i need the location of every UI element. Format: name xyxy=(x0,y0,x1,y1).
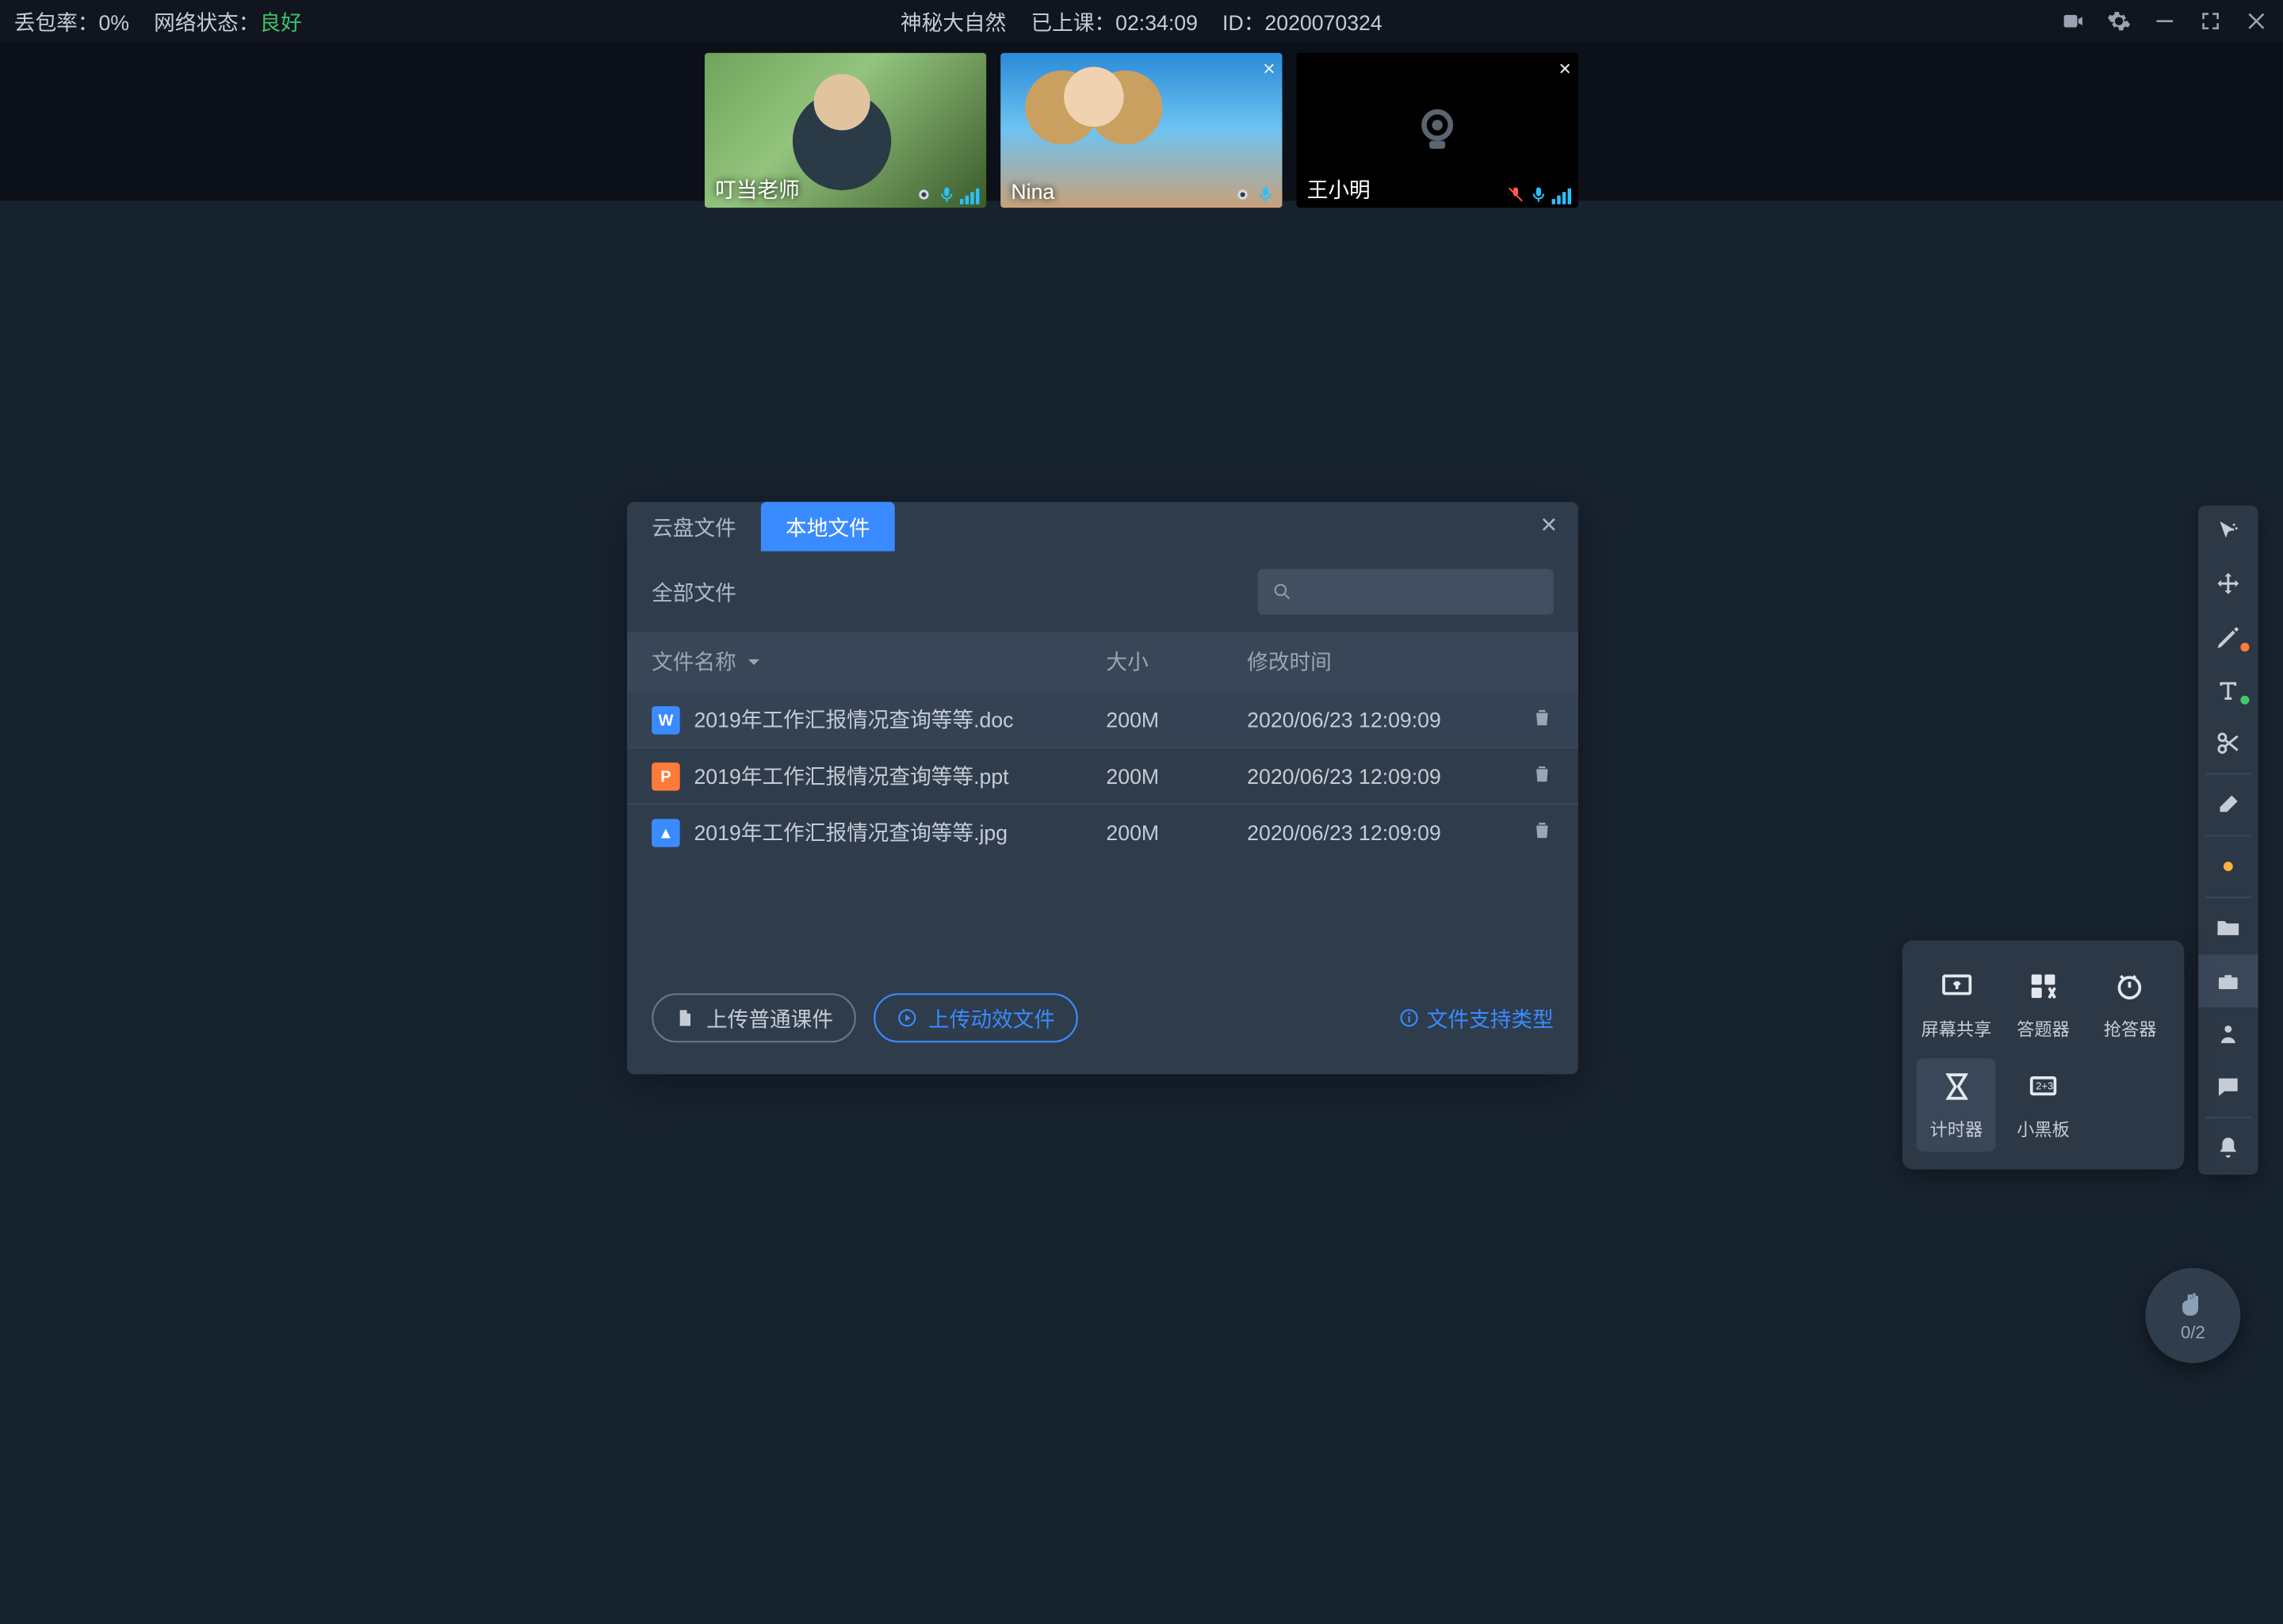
file-type-icon: P xyxy=(652,762,680,790)
modal-close-icon[interactable]: × xyxy=(1520,510,1578,542)
sort-desc-icon xyxy=(747,654,761,668)
file-size: 200M xyxy=(1106,820,1247,844)
elapsed-time: 已上课：02:34:09 xyxy=(1031,6,1197,36)
quiz-icon xyxy=(2025,969,2060,1003)
tool-quiz[interactable]: 答题器 xyxy=(2003,958,2083,1052)
col-name[interactable]: 文件名称 xyxy=(652,646,1106,676)
record-icon[interactable] xyxy=(2061,9,2086,33)
participant-name: 王小明 xyxy=(1296,171,1381,208)
room-id: ID：2020070324 xyxy=(1222,6,1382,36)
tile-close-icon[interactable]: × xyxy=(1263,56,1275,81)
file-name: 2019年工作汇报情况查询等等.ppt xyxy=(694,761,1008,791)
camera-icon xyxy=(914,185,933,204)
folder-tool-icon[interactable] xyxy=(2198,902,2258,955)
video-strip: 叮当老师 × Nina × 王小明 xyxy=(0,42,2283,201)
participant-tile[interactable]: 叮当老师 xyxy=(705,53,987,208)
file-row[interactable]: W 2019年工作汇报情况查询等等.doc 200M 2020/06/23 12… xyxy=(627,690,1578,747)
mic-icon xyxy=(1529,185,1548,204)
all-files-label: 全部文件 xyxy=(652,577,736,607)
buzzer-icon xyxy=(2113,969,2147,1003)
mic-muted-icon xyxy=(1506,185,1525,204)
fullscreen-icon[interactable] xyxy=(2198,9,2223,33)
eraser-tool-icon[interactable] xyxy=(2198,778,2258,831)
delete-icon[interactable] xyxy=(1531,705,1554,734)
tool-timer[interactable]: 计时器 xyxy=(1917,1058,1997,1152)
blackboard-icon: 2+3 xyxy=(2025,1069,2060,1104)
participant-name: 叮当老师 xyxy=(705,171,810,208)
minimize-icon[interactable] xyxy=(2152,9,2177,33)
tool-buzzer[interactable]: 抢答器 xyxy=(2090,958,2170,1052)
room-title: 神秘大自然 xyxy=(901,6,1006,36)
status-bar: 丢包率：0% 网络状态：良好 神秘大自然 已上课：02:34:09 ID：202… xyxy=(0,0,2283,42)
screen-share-icon xyxy=(1939,969,1974,1003)
svg-text:2+3: 2+3 xyxy=(2036,1080,2053,1092)
packet-loss: 丢包率：0% xyxy=(14,6,129,36)
play-circle-icon xyxy=(897,1007,918,1029)
tile-close-icon[interactable]: × xyxy=(1558,56,1571,81)
file-name: 2019年工作汇报情况查询等等.doc xyxy=(694,705,1013,735)
mic-icon xyxy=(937,185,956,204)
tab-local-files[interactable]: 本地文件 xyxy=(761,502,895,551)
tools-popup: 屏幕共享 答题器 抢答器 计时器 2+3 小黑板 xyxy=(1902,941,2185,1170)
search-icon xyxy=(1272,581,1293,602)
file-mtime: 2020/06/23 12:09:09 xyxy=(1247,820,1476,844)
file-mtime: 2020/06/23 12:09:09 xyxy=(1247,707,1476,732)
file-type-icon: W xyxy=(652,705,680,734)
participant-name: Nina xyxy=(1000,176,1065,208)
laser-tool-icon[interactable] xyxy=(2198,840,2258,893)
upload-animated-button[interactable]: 上传动效文件 xyxy=(874,993,1078,1042)
raise-hand-button[interactable]: 0/2 xyxy=(2145,1268,2240,1363)
scissors-tool-icon[interactable] xyxy=(2198,716,2258,770)
file-mtime: 2020/06/23 12:09:09 xyxy=(1247,763,1476,788)
cursor-tool-icon[interactable] xyxy=(2198,506,2258,559)
move-tool-icon[interactable] xyxy=(2198,558,2258,611)
chat-tool-icon[interactable] xyxy=(2198,1060,2258,1114)
signal-icon xyxy=(1552,189,1571,204)
close-window-icon[interactable] xyxy=(2244,9,2269,33)
signal-icon xyxy=(960,189,979,204)
network-status: 网络状态：良好 xyxy=(154,6,302,36)
file-row[interactable]: ▲ 2019年工作汇报情况查询等等.jpg 200M 2020/06/23 12… xyxy=(627,803,1578,859)
timer-icon xyxy=(1939,1069,1974,1104)
participant-tile[interactable]: × 王小明 xyxy=(1296,53,1578,208)
right-toolbar xyxy=(2198,506,2258,1175)
tool-screen-share[interactable]: 屏幕共享 xyxy=(1917,958,1997,1052)
settings-icon[interactable] xyxy=(2107,9,2132,33)
file-size: 200M xyxy=(1106,707,1247,732)
file-row[interactable]: P 2019年工作汇报情况查询等等.ppt 200M 2020/06/23 12… xyxy=(627,747,1578,803)
toolbox-tool-icon[interactable] xyxy=(2198,954,2258,1007)
supported-types-link[interactable]: 文件支持类型 xyxy=(1398,1003,1554,1033)
delete-icon[interactable] xyxy=(1531,818,1554,846)
file-table-header: 文件名称 大小 修改时间 xyxy=(627,632,1578,690)
tool-blackboard[interactable]: 2+3 小黑板 xyxy=(2003,1058,2083,1152)
info-icon xyxy=(1398,1007,1420,1029)
text-tool-icon[interactable] xyxy=(2198,664,2258,717)
hand-icon xyxy=(2177,1288,2208,1320)
mic-icon xyxy=(1256,185,1275,204)
search-input[interactable] xyxy=(1258,569,1554,615)
upload-normal-button[interactable]: 上传普通课件 xyxy=(652,993,856,1042)
bell-tool-icon[interactable] xyxy=(2198,1122,2258,1175)
col-size[interactable]: 大小 xyxy=(1106,646,1247,676)
delete-icon[interactable] xyxy=(1531,762,1554,790)
raise-hand-count: 0/2 xyxy=(2181,1324,2205,1343)
file-name: 2019年工作汇报情况查询等等.jpg xyxy=(694,817,1008,847)
tab-cloud-files[interactable]: 云盘文件 xyxy=(627,502,761,551)
camera-off-icon xyxy=(1405,98,1469,162)
file-size: 200M xyxy=(1106,763,1247,788)
document-icon xyxy=(675,1007,696,1029)
file-type-icon: ▲ xyxy=(652,818,680,846)
person-tool-icon[interactable] xyxy=(2198,1007,2258,1060)
participant-tile[interactable]: × Nina xyxy=(1000,53,1283,208)
camera-icon xyxy=(1233,185,1252,204)
file-modal: 云盘文件 本地文件 × 全部文件 文件名称 大小 修改时间 W 2019年工作汇… xyxy=(627,502,1578,1074)
pen-tool-icon[interactable] xyxy=(2198,611,2258,664)
col-mtime[interactable]: 修改时间 xyxy=(1247,646,1554,676)
